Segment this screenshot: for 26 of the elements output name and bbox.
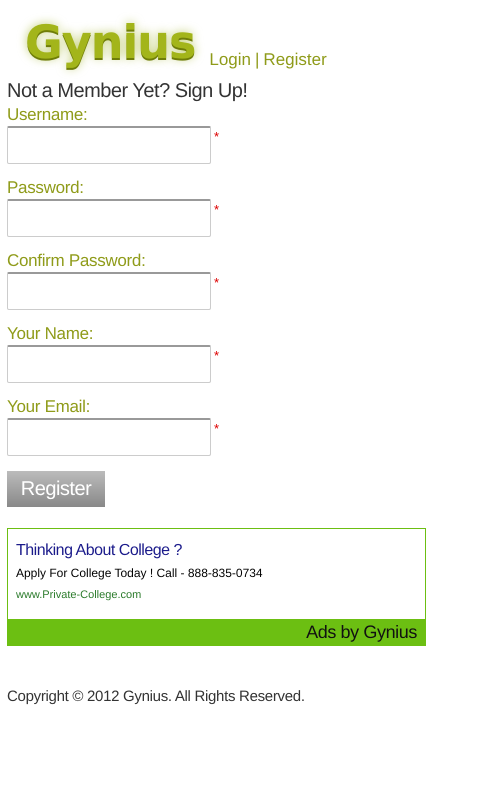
input-field[interactable] <box>7 126 211 164</box>
required-mark: * <box>214 202 220 217</box>
register-button[interactable]: Register <box>7 471 105 507</box>
required-mark: * <box>214 348 220 363</box>
nav-link[interactable]: Register <box>263 50 327 70</box>
page-heading: Not a Member Yet? Sign Up! <box>7 80 248 103</box>
input-field[interactable] <box>7 418 211 456</box>
ad-url[interactable]: www.Private-College.com <box>16 589 417 601</box>
nav-link[interactable]: Login <box>209 50 251 70</box>
field-label: Your Email: <box>7 396 92 418</box>
input-field[interactable] <box>7 199 211 237</box>
required-mark: * <box>214 275 220 290</box>
required-mark: * <box>214 129 220 144</box>
input-field[interactable] <box>7 272 211 310</box>
ad-footer: Ads by Gynius <box>8 619 425 645</box>
ad-title[interactable]: Thinking About College ? <box>16 542 417 560</box>
ad-text: Apply For College Today ! Call - 888-835-0734 <box>16 566 264 580</box>
logo: Gynius <box>25 14 196 70</box>
copyright: Copyright © 2012 Gynius. All Rights Reserved. <box>7 688 306 705</box>
separator: | <box>255 50 260 70</box>
field-label: Confirm Password: <box>7 250 146 272</box>
input-field[interactable] <box>7 345 211 383</box>
field-label: Username: <box>7 104 88 126</box>
field-label: Your Name: <box>7 323 94 345</box>
field-label: Password: <box>7 177 85 199</box>
required-mark: * <box>214 421 220 436</box>
